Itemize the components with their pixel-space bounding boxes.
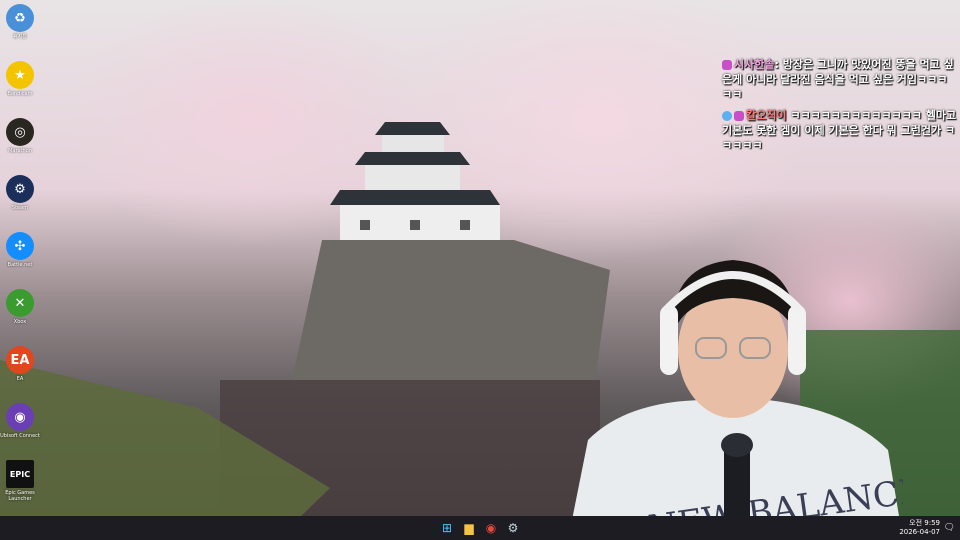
taskbar-apps: ⊞ ▆ ◉ ⚙: [436, 519, 524, 537]
castle-illustration: [330, 122, 500, 245]
desktop-icon-steam[interactable]: ⚙ Steam: [0, 175, 40, 232]
subscriber-badge-icon: [734, 111, 744, 121]
chat-message: 시사한솥: 방장은 그니까 맛있어진 뚱을 먹고 싶은게 아니라 달라진 음식을…: [722, 58, 954, 101]
clock-date: 2026-04-07: [899, 528, 940, 536]
desktop-icon-ea[interactable]: EA EA: [0, 346, 40, 403]
taskbar-file-explorer-icon[interactable]: ▆: [460, 519, 478, 537]
badge-icon: [722, 111, 732, 121]
desktop-icon-marathon[interactable]: ◎ Marathon: [0, 118, 40, 175]
desktop-icon-recycle-bin[interactable]: ♻ 휴지통: [0, 4, 40, 61]
xbox-icon: ✕: [6, 289, 34, 317]
ea-icon: EA: [6, 346, 34, 374]
desktop-icon-label: Xbox: [13, 319, 27, 325]
star-icon: ★: [6, 61, 34, 89]
desktop-icon-label: Marathon: [8, 148, 32, 154]
desktop-icon-star[interactable]: ★ Bandicam: [0, 61, 40, 118]
notification-icon[interactable]: 🗨: [944, 523, 955, 533]
desktop-icon-ubisoft[interactable]: ◉ Ubisoft Connect: [0, 403, 40, 460]
desktop-icon-label: 휴지통: [13, 34, 27, 40]
desktop-icons: ♻ 휴지통 ★ Bandicam ◎ Marathon ⚙ Steam ✣ Battle.net ✕…: [0, 4, 40, 517]
desktop-icon-xbox[interactable]: ✕ Xbox: [0, 289, 40, 346]
taskbar: ⊞ ▆ ◉ ⚙ 오전 9:59 2026-04-07 🗨: [0, 516, 960, 540]
desktop-icon-label: Ubisoft Connect: [0, 433, 40, 439]
desktop-icon-label: Epic Games Launcher: [5, 490, 35, 502]
system-clock[interactable]: 오전 9:59 2026-04-07: [899, 519, 940, 537]
taskbar-steam-icon[interactable]: ⚙: [504, 519, 522, 537]
stone-wall: [290, 240, 610, 390]
steam-icon: ⚙: [6, 175, 34, 203]
desktop-icon-label: Battle.net: [7, 262, 33, 268]
chat-overlay: 시사한솥: 방장은 그니까 맛있어진 뚱을 먹고 싶은게 아니라 달라진 음식을…: [722, 57, 957, 159]
taskbar-start-icon[interactable]: ⊞: [438, 519, 456, 537]
desktop-icon-battlenet[interactable]: ✣ Battle.net: [0, 232, 40, 289]
desktop-icon-label: Bandicam: [7, 91, 33, 97]
subscriber-badge-icon: [722, 60, 732, 70]
desktop-icon-epic-games[interactable]: EPIC Epic Games Launcher: [0, 460, 40, 517]
clock-time: 오전 9:59: [909, 519, 940, 527]
webcam-streamer: NEW BALANCE: [568, 260, 903, 540]
ubisoft-icon: ◉: [6, 403, 34, 431]
desktop-icon-label: EA: [16, 376, 24, 382]
chat-nick: 칼오직이: [746, 109, 787, 122]
battlenet-icon: ✣: [6, 232, 34, 260]
marathon-icon: ◎: [6, 118, 34, 146]
recycle-bin-icon: ♻: [6, 4, 34, 32]
chat-message: 칼오직이 ㅋㅋㅋㅋㅋㅋㅋㅋㅋㅋㅋㅋㅋ 헬마고 기본도 못한 겜이 이제 기본은 …: [722, 108, 957, 153]
desktop-icon-label: Steam: [11, 205, 29, 211]
taskbar-chrome-icon[interactable]: ◉: [482, 519, 500, 537]
chat-nick: 시사한솥: [734, 58, 775, 71]
epic-games-icon: EPIC: [6, 460, 34, 488]
